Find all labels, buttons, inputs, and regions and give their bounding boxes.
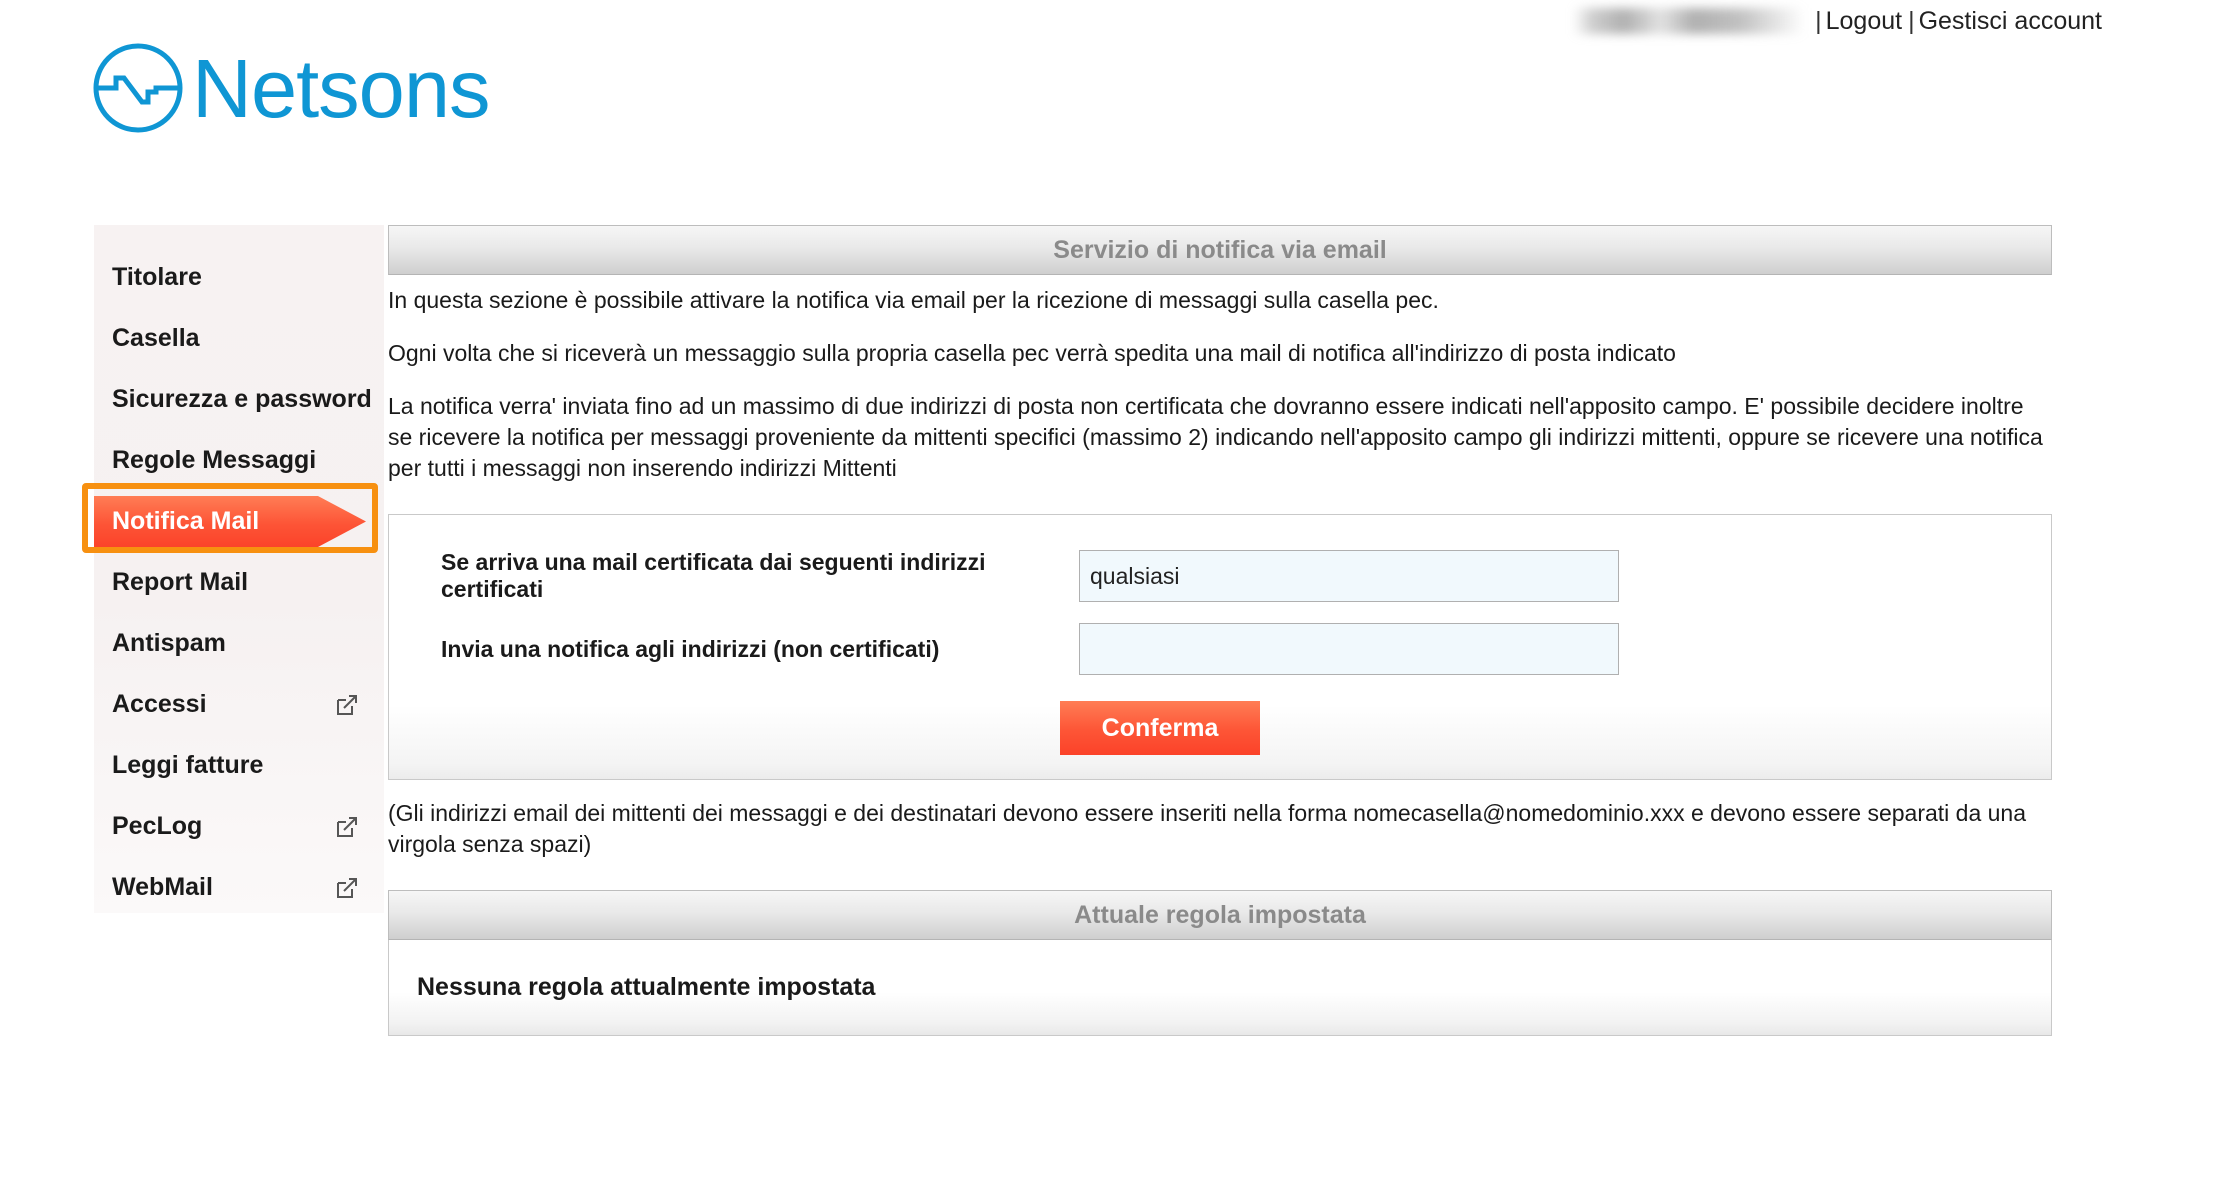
recipient-row: Invia una notifica agli indirizzi (non c… <box>419 623 2021 676</box>
sidebar-item-label: Casella <box>112 324 200 352</box>
topbar-separator-1: | <box>1815 6 1822 35</box>
sidebar-item-label: Sicurezza e password <box>112 385 372 413</box>
active-arrow: Notifica Mail <box>94 495 366 548</box>
netsons-wordmark: Netsons <box>192 41 490 135</box>
notification-addresses-input[interactable] <box>1079 623 1619 676</box>
intro-paragraph-3: La notifica verra' inviata fino ad un ma… <box>388 393 2043 482</box>
sidebar-item-casella[interactable]: Casella <box>94 308 384 369</box>
sidebar-nav: Titolare Casella Sicurezza e password Re… <box>82 225 384 913</box>
topbar-separator-2: | <box>1908 6 1915 35</box>
sidebar-item-report-mail[interactable]: Report Mail <box>94 552 384 613</box>
sidebar-item-label: Antispam <box>112 629 226 657</box>
sidebar-item-notifica-mail[interactable]: Notifica Mail <box>82 483 384 553</box>
logout-link[interactable]: Logout <box>1826 7 1902 36</box>
sidebar-item-webmail[interactable]: WebMail <box>94 857 384 918</box>
sender-addresses-input[interactable] <box>1079 550 1619 603</box>
sidebar-item-antispam[interactable]: Antispam <box>94 613 384 674</box>
sidebar-item-label: Report Mail <box>112 568 249 596</box>
current-rule-panel: Attuale regola impostata Nessuna regola … <box>388 890 2052 1037</box>
sidebar-item-label: Regole Messaggi <box>112 446 317 474</box>
username-redacted <box>1573 8 1806 34</box>
external-link-icon <box>336 877 358 899</box>
service-panel-header: Servizio di notifica via email <box>388 225 2052 275</box>
notification-form-panel: Se arriva una mail certificata dai segue… <box>388 514 2052 781</box>
sidebar-item-label: Accessi <box>112 690 207 718</box>
top-account-bar: | Logout | Gestisci account <box>0 0 2216 42</box>
recipient-label: Invia una notifica agli indirizzi (non c… <box>441 635 940 662</box>
sidebar-item-label: Titolare <box>112 263 202 291</box>
sidebar-item-label: PecLog <box>112 812 203 840</box>
intro-paragraph-2: Ogni volta che si riceverà un messaggio … <box>388 340 1676 367</box>
current-rule-text: Nessuna regola attualmente impostata <box>388 940 2052 1037</box>
sidebar-item-label: Leggi fatture <box>112 751 264 779</box>
current-rule-header: Attuale regola impostata <box>388 890 2052 941</box>
manage-account-link[interactable]: Gestisci account <box>1919 7 2102 36</box>
sidebar-item-label: WebMail <box>112 873 213 901</box>
address-format-footnote: (Gli indirizzi email dei mittenti dei me… <box>388 800 2027 858</box>
sidebar-item-label: Notifica Mail <box>112 507 260 535</box>
sender-row: Se arriva una mail certificata dai segue… <box>419 549 2021 603</box>
sidebar-item-titolare[interactable]: Titolare <box>94 247 384 308</box>
intro-paragraph-1: In questa sezione è possibile attivare l… <box>388 287 1439 313</box>
submit-row: Conferma <box>299 701 2021 756</box>
sidebar-item-regole-messaggi[interactable]: Regole Messaggi <box>94 430 384 491</box>
netsons-logo[interactable]: Netsons <box>90 40 490 136</box>
intro-text: In questa sezione è possibile attivare l… <box>388 285 2052 484</box>
sidebar-item-sicurezza-e-password[interactable]: Sicurezza e password <box>94 369 384 430</box>
main-content: Servizio di notifica via email In questa… <box>388 225 2052 1037</box>
confirm-button[interactable]: Conferma <box>1060 701 1260 756</box>
netsons-circle-waveform-icon <box>90 40 186 136</box>
external-link-icon <box>336 816 358 838</box>
sender-label: Se arriva una mail certificata dai segue… <box>441 549 986 603</box>
sidebar-item-peclog[interactable]: PecLog <box>94 796 384 857</box>
